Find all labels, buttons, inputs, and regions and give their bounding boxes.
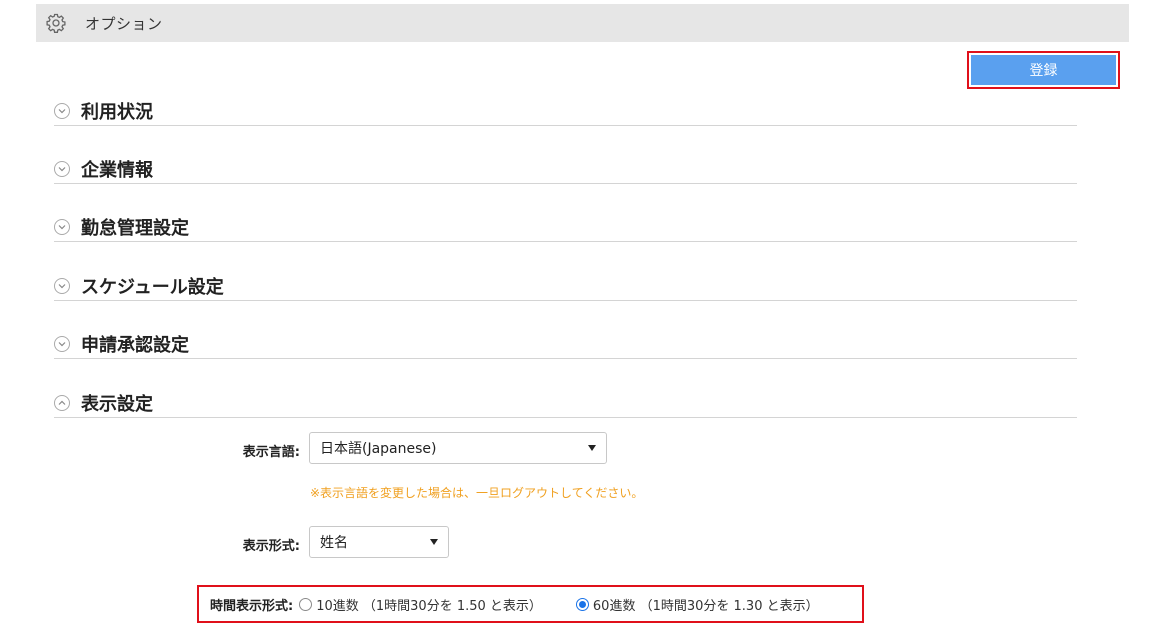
section-schedule-settings[interactable]: スケジュール設定 — [54, 271, 1077, 301]
page-header: オプション — [36, 4, 1129, 42]
register-button-highlight: 登録 — [967, 51, 1120, 89]
radio-checked[interactable] — [575, 597, 589, 611]
section-title: スケジュール設定 — [81, 276, 224, 298]
section-title: 申請承認設定 — [81, 334, 189, 356]
section-display-settings[interactable]: 表示設定 — [54, 388, 1077, 418]
section-approval-settings[interactable]: 申請承認設定 — [54, 329, 1077, 359]
time-format-option-decimal[interactable]: 10進数 （1時間30分を 1.50 と表示） — [299, 595, 542, 614]
dropdown-caret-icon — [588, 445, 596, 451]
register-button[interactable]: 登録 — [971, 55, 1116, 85]
chevron-down-icon[interactable] — [54, 218, 70, 235]
section-title: 勤怠管理設定 — [81, 217, 189, 239]
section-usage[interactable]: 利用状況 — [54, 96, 1077, 126]
page-title: オプション — [85, 14, 163, 33]
language-select[interactable]: 日本語(Japanese) — [309, 432, 607, 464]
gear-icon — [45, 12, 67, 34]
time-format-option-sexagesimal[interactable]: 60進数 （1時間30分を 1.30 と表示） — [575, 595, 819, 614]
language-label: 表示言語: — [242, 445, 300, 460]
dropdown-caret-icon — [430, 539, 438, 545]
radio-unchecked[interactable] — [299, 597, 313, 611]
section-title: 企業情報 — [81, 159, 153, 181]
name-format-select[interactable]: 姓名 — [309, 526, 449, 558]
section-company-info[interactable]: 企業情報 — [54, 154, 1077, 184]
chevron-down-icon[interactable] — [54, 277, 70, 294]
time-format-row: 時間表示形式: 10進数 （1時間30分を 1.50 と表示） 60進数 （1時… — [197, 585, 864, 623]
section-attendance-settings[interactable]: 勤怠管理設定 — [54, 212, 1077, 242]
name-format-select-value: 姓名 — [320, 535, 348, 551]
chevron-up-icon[interactable] — [54, 394, 70, 411]
chevron-down-icon[interactable] — [54, 102, 70, 119]
time-format-label: 時間表示形式: — [210, 598, 294, 614]
chevron-down-icon[interactable] — [54, 160, 70, 177]
language-select-value: 日本語(Japanese) — [320, 441, 437, 457]
section-title: 表示設定 — [81, 393, 153, 415]
section-title: 利用状況 — [81, 101, 153, 123]
name-format-label: 表示形式: — [242, 539, 300, 554]
chevron-down-icon[interactable] — [54, 335, 70, 352]
language-change-note: ※表示言語を変更した場合は、一旦ログアウトしてください。 — [310, 486, 644, 500]
